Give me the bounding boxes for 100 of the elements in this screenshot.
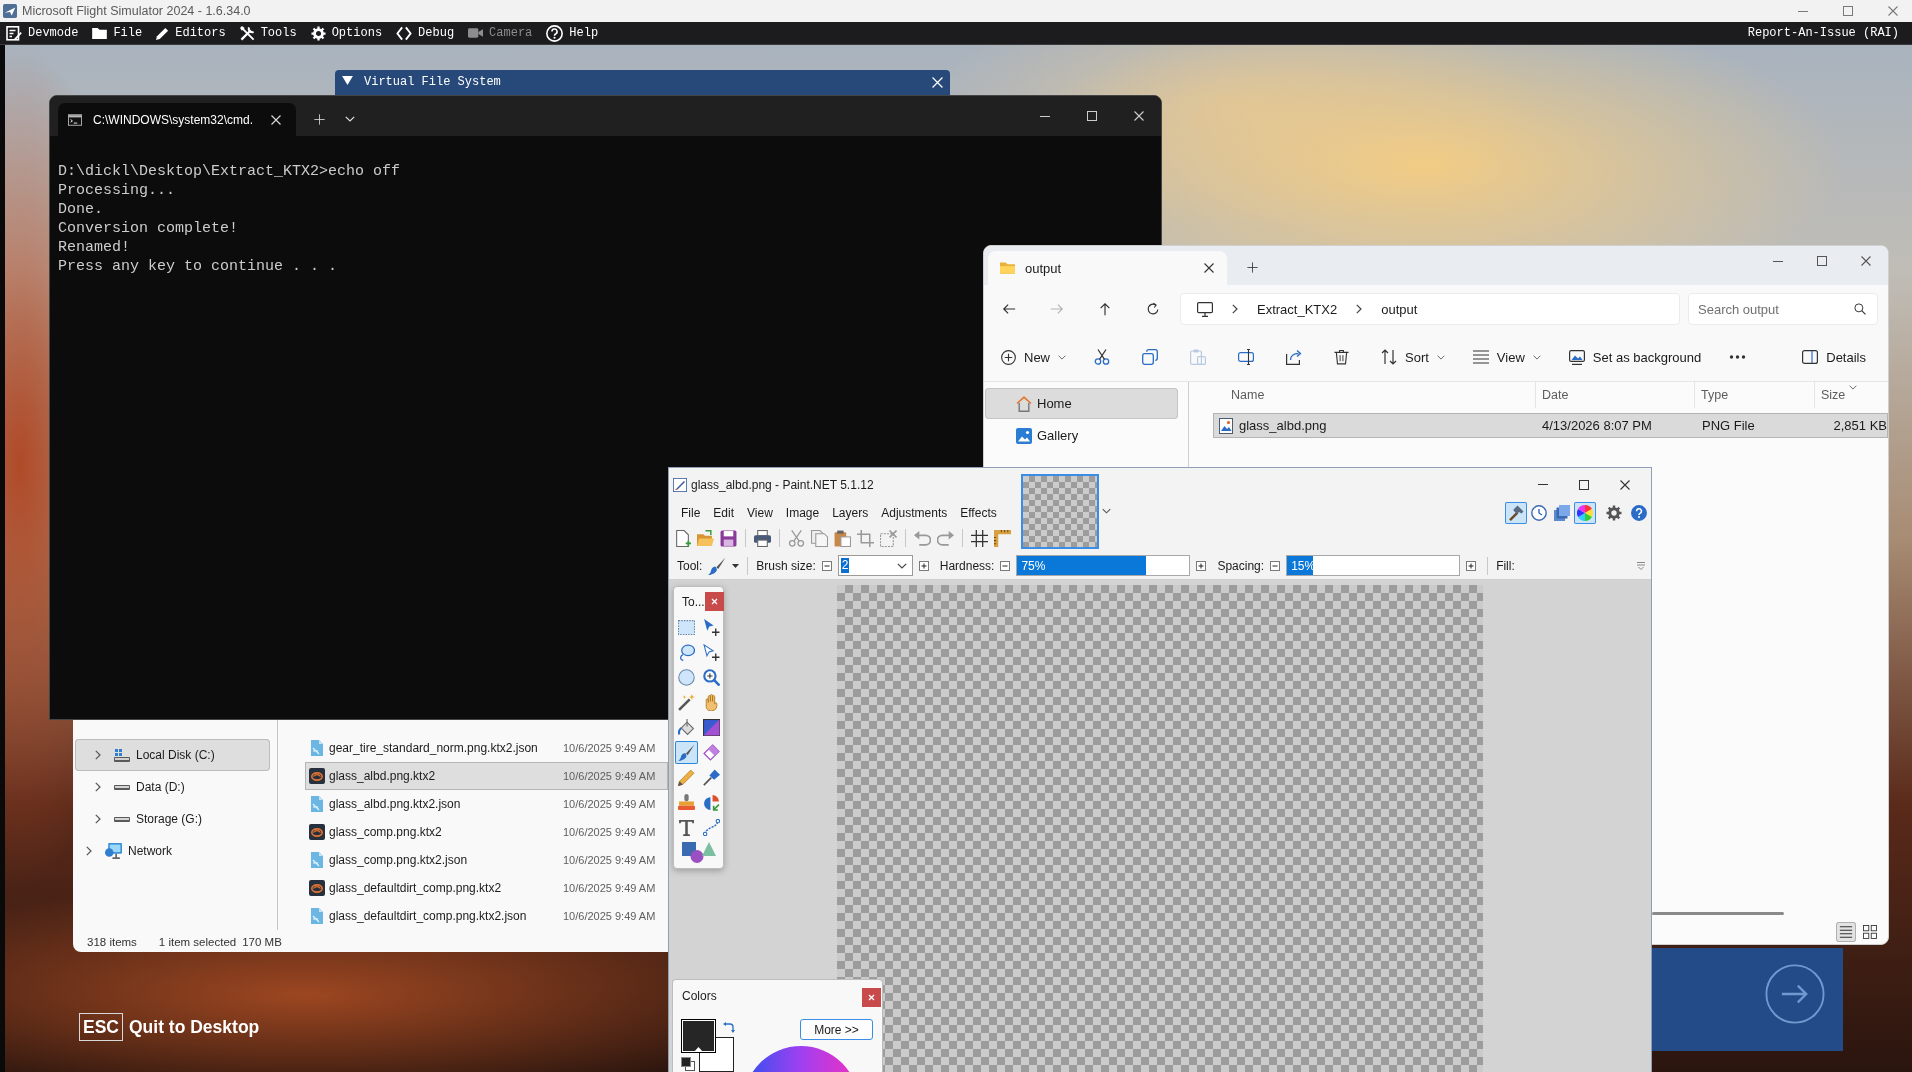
breadcrumb-item[interactable]: output [1381, 301, 1418, 317]
file-row[interactable]: glass_albd.png.ktx2.json 10/6/2025 9:49 AM [305, 790, 668, 818]
clipboard-icon[interactable] [834, 529, 851, 547]
brush-size-field[interactable]: 2 [837, 555, 913, 576]
plus-icon[interactable] [1466, 560, 1477, 571]
undo-icon[interactable] [914, 529, 931, 547]
more-button[interactable]: More >> [800, 1019, 873, 1040]
tree-item[interactable]: Data (D:) [75, 771, 270, 803]
plus-icon[interactable] [1247, 262, 1258, 273]
explorer-tab[interactable]: output [988, 251, 1227, 285]
menu-item[interactable]: Devmode [6, 25, 79, 41]
chevron-right-icon[interactable] [1356, 304, 1363, 314]
menu-item[interactable]: Editors [156, 26, 226, 40]
share-icon[interactable] [1286, 349, 1302, 365]
menu-item[interactable]: Effects [960, 505, 997, 520]
overflow-icon[interactable] [1637, 561, 1645, 570]
caret-icon[interactable] [732, 563, 740, 568]
column-header[interactable]: Name [1213, 382, 1536, 408]
details-button[interactable]: Details [1802, 349, 1866, 365]
breadcrumb-item[interactable]: Extract_KTX2 [1257, 301, 1338, 317]
chevron-right-icon[interactable] [86, 846, 92, 856]
set-background-button[interactable]: Set as background [1568, 349, 1702, 365]
image-thumbnail[interactable] [1021, 474, 1099, 549]
rulers-icon[interactable] [994, 529, 1011, 547]
redo-icon[interactable] [937, 529, 954, 547]
rename-icon[interactable] [1238, 349, 1254, 365]
close-icon[interactable] [1620, 479, 1630, 490]
file-row[interactable]: glass_albd.png 4/13/2026 8:07 PM PNG File 2,851 KB [1213, 413, 1888, 438]
panel-toggle[interactable] [1505, 501, 1527, 524]
chevron-right-icon[interactable] [95, 750, 101, 760]
help-icon[interactable] [1631, 504, 1647, 521]
minus-icon[interactable] [821, 560, 832, 571]
minimize-icon[interactable] [1040, 115, 1050, 117]
minus-icon[interactable] [1000, 560, 1011, 571]
esc-key[interactable]: ESC [79, 1013, 123, 1041]
folder-icon[interactable] [697, 529, 714, 547]
menu-item[interactable]: File [681, 505, 701, 520]
menu-item[interactable]: File [92, 26, 143, 40]
scissors-icon[interactable] [1094, 349, 1110, 365]
menu-item[interactable]: Tools [239, 25, 297, 41]
triangle-down-icon[interactable] [342, 76, 353, 85]
plus-icon[interactable] [918, 560, 929, 571]
file-row[interactable]: glass_comp.png.ktx2 10/6/2025 9:49 AM [305, 818, 668, 846]
chevron-right-icon[interactable] [95, 814, 101, 824]
terminal-tab[interactable]: C:\WINDOWS\system32\cmd. [58, 103, 296, 136]
nav-item[interactable]: Gallery [985, 420, 1178, 451]
tree-item[interactable]: Network [75, 835, 270, 867]
tree-item[interactable]: Local Disk (C:) [75, 739, 270, 771]
nav-item[interactable]: Home [985, 388, 1178, 419]
menu-item[interactable]: Edit [713, 505, 735, 520]
maximize-icon[interactable] [1817, 256, 1827, 266]
file-row[interactable]: glass_comp.png.ktx2.json 10/6/2025 9:49 AM [305, 846, 668, 874]
menu-item[interactable]: View [747, 505, 773, 520]
view-toggle[interactable] [1860, 922, 1880, 942]
refresh-icon[interactable] [1146, 302, 1160, 316]
menu-item[interactable]: Help [546, 24, 599, 42]
close-icon[interactable] [1861, 256, 1871, 266]
maximize-icon[interactable] [1579, 479, 1589, 490]
menu-item[interactable]: Image [785, 505, 820, 520]
column-header[interactable]: Type [1695, 382, 1815, 408]
file-row[interactable]: glass_defaultdirt_comp.png.ktx2 10/6/2025 9:49 AM [305, 874, 668, 902]
minimize-icon[interactable] [1773, 260, 1783, 262]
crop-icon[interactable] [857, 529, 874, 547]
file-row[interactable]: glass_defaultdirt_comp.png.ktx2.json 10/6/2025 9:49 AM [305, 902, 668, 930]
file-row[interactable]: glass_albd.png.ktx2 10/6/2025 9:49 AM [305, 762, 668, 790]
grid-icon[interactable] [971, 529, 988, 547]
primary-swatch-icon[interactable] [681, 1019, 716, 1053]
close-icon[interactable] [1204, 263, 1214, 273]
hardness-slider[interactable]: 75% [1016, 555, 1191, 576]
chevron-down-icon[interactable] [896, 562, 907, 569]
menu-item[interactable]: Layers [832, 505, 869, 520]
new-file-icon[interactable] [674, 529, 691, 547]
swap-arrows-icon[interactable] [723, 1022, 735, 1033]
tree-item[interactable]: Storage (G:) [75, 803, 270, 835]
reset-colors-icon[interactable] [681, 1057, 695, 1071]
trash-icon[interactable] [1334, 349, 1349, 365]
scrollbar-thumb[interactable] [1652, 912, 1784, 915]
file-row[interactable]: gear_tire_standard_norm.png.ktx2.json 10/6/2025 9:49 AM [305, 734, 668, 762]
report-issue-link[interactable]: Report-An-Issue (RAI) [1747, 26, 1899, 40]
printer-icon[interactable] [754, 529, 771, 547]
view-button[interactable]: View [1472, 349, 1541, 365]
sort-button[interactable]: Sort [1381, 349, 1445, 365]
panel-toggle[interactable] [1574, 501, 1596, 524]
ellipsis-icon[interactable] [1729, 355, 1747, 359]
view-toggle[interactable] [1836, 922, 1856, 942]
search-field[interactable]: Search output [1688, 293, 1878, 325]
column-header[interactable]: Date [1536, 382, 1695, 408]
chevron-right-icon[interactable] [95, 782, 101, 792]
save-icon[interactable] [720, 529, 737, 547]
new-button[interactable]: New [1001, 349, 1066, 365]
plus-icon[interactable] [1196, 560, 1207, 571]
copy-icon[interactable] [1142, 349, 1158, 365]
menu-item[interactable]: Adjustments [881, 505, 948, 520]
arrow-circle-icon[interactable] [1765, 964, 1825, 1024]
up-arrow-icon[interactable] [1098, 302, 1112, 316]
settings-icon[interactable] [1606, 504, 1622, 521]
minus-icon[interactable] [1270, 560, 1281, 571]
copy-icon[interactable] [811, 529, 828, 547]
search-icon[interactable] [1854, 303, 1866, 315]
menu-item[interactable]: Debug [396, 25, 455, 41]
